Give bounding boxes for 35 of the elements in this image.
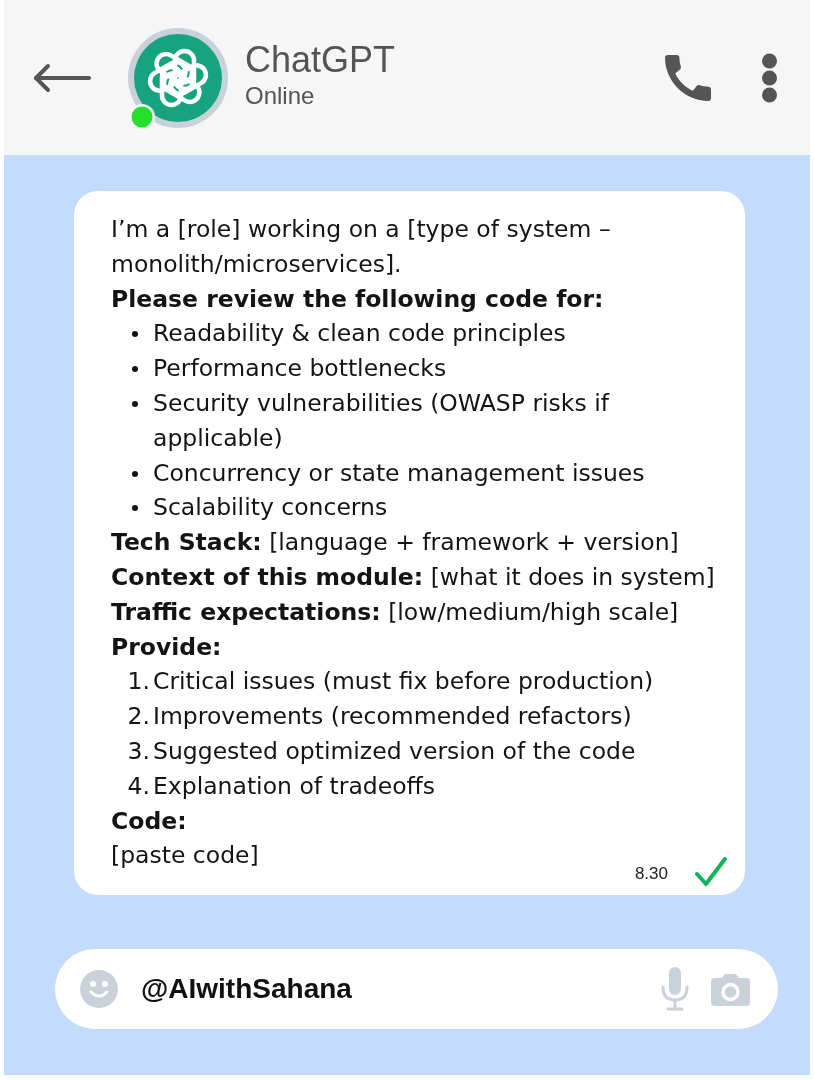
message-text: Tech Stack: [language + framework + version] [111,527,679,559]
message-field[interactable]: @AIwithSahana [55,949,778,1030]
bullet-icon [132,331,138,338]
list-item-text: Scalability concerns [153,492,388,524]
message-heading: Please review the following code for: [111,283,604,315]
bullet-icon [132,470,138,477]
message-input[interactable]: @AIwithSahana [141,969,650,1010]
contact-name: ChatGPT [245,38,396,81]
message-heading: Provide: [111,631,222,663]
more-options-icon[interactable] [761,52,778,103]
list-item-text: Explanation of tradeoffs [153,770,435,802]
message-text: [paste code] [111,840,259,872]
message-text: Context of this module: [what it does in system] [111,561,715,593]
contact-status: Online [245,80,316,111]
bullet-icon [132,366,138,373]
list-item-text: Suggested optimized version of the code [153,735,636,767]
message-text: Traffic expectations: [low/medium/high scale] [111,596,679,628]
list-item-text: Security vulnerabilities (OWASP risks if applicable) [153,388,611,454]
list-item-text: Concurrency or state management issues [153,457,645,489]
list-item-text: Critical issues (must fix before production) [153,666,654,698]
list-item-text: Readability & clean code principles [153,318,566,350]
list-number: 3. [127,735,151,767]
message-heading: Code: [111,805,187,837]
list-number: 2. [127,701,151,733]
list-number: 4. [127,770,151,802]
list-item-text: Improvements (recommended refactors) [153,701,632,733]
list-number: 1. [127,666,151,698]
bullet-icon [132,505,138,512]
message-time: 8.30 [634,863,668,884]
bullet-icon [132,401,138,407]
back-arrow-icon[interactable] [33,62,92,93]
phone-icon[interactable] [665,54,711,101]
avatar-icon [128,27,228,128]
list-item-text: Performance bottlenecks [153,353,447,385]
message-text: I’m a [role] working on a [type of system – monolith/microservices]. [111,214,612,280]
